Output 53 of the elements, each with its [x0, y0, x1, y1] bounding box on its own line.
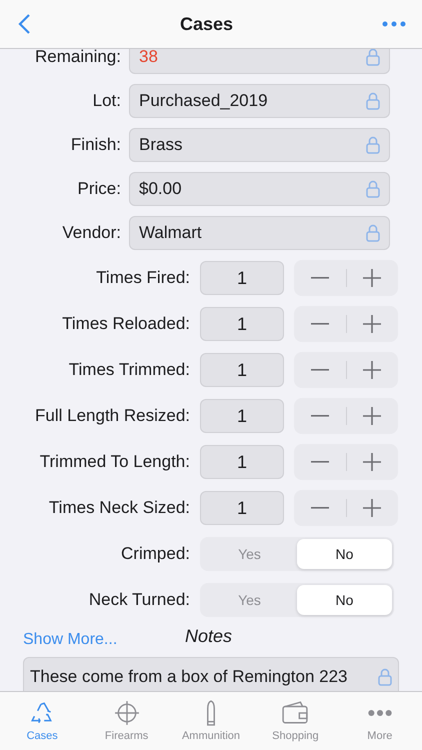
more-icon [368, 710, 392, 716]
counter-label: Full Length Resized: [34, 406, 191, 426]
lock-icon [366, 224, 380, 242]
field-label: Finish: [70, 135, 122, 155]
cartridge-icon [207, 700, 215, 726]
counter-label: Times Reloaded: [61, 314, 191, 334]
field-label: Vendor: [61, 223, 122, 243]
more-icon[interactable] [382, 21, 406, 27]
minus-icon [310, 369, 329, 371]
toggle-label: Neck Turned: [88, 590, 191, 610]
text-field[interactable]: Brass [129, 128, 390, 162]
counter-label: Trimmed To Length: [38, 452, 191, 472]
count-field[interactable]: 1 [200, 307, 284, 341]
toggle-label: Crimped: [120, 544, 191, 564]
field-label: Remaining: [34, 49, 122, 67]
counter-label: Times Fired: [95, 268, 191, 288]
screen-title: Cases [180, 14, 234, 34]
plus-icon [363, 269, 382, 287]
plus-icon [363, 499, 382, 517]
text-field[interactable]: Walmart [129, 216, 390, 250]
lock-icon [366, 49, 380, 66]
plus-icon [363, 315, 382, 333]
minus-icon [310, 277, 329, 279]
minus-icon [310, 507, 329, 509]
recycle-icon [31, 702, 52, 724]
lock-icon [366, 136, 380, 154]
minus-icon [310, 415, 329, 417]
plus-icon [363, 407, 382, 425]
plus-icon [363, 361, 382, 379]
notes-field[interactable]: These come from a box of Remington 223 [23, 657, 399, 691]
segment[interactable]: No [297, 539, 392, 569]
count-field[interactable]: 1 [200, 491, 284, 525]
back-icon[interactable] [18, 13, 31, 35]
crosshair-icon [114, 700, 140, 726]
count-field[interactable]: 1 [200, 399, 284, 433]
text-field[interactable]: $0.00 [129, 172, 390, 206]
field-label: Lot: [92, 91, 122, 111]
field-label: Price: [76, 179, 122, 199]
count-field[interactable]: 1 [200, 445, 284, 479]
lock-icon [366, 180, 380, 198]
counter-label: Times Trimmed: [68, 360, 191, 380]
lock-icon [366, 92, 380, 110]
text-field[interactable]: Purchased_2019 [129, 84, 390, 118]
count-field[interactable]: 1 [200, 353, 284, 387]
wallet-icon [282, 701, 308, 724]
segment[interactable]: No [297, 585, 392, 615]
count-field[interactable]: 1 [200, 261, 284, 295]
minus-icon [310, 323, 329, 325]
notes-heading: Notes [185, 626, 232, 648]
plus-icon [363, 453, 382, 471]
lock-icon [378, 668, 392, 686]
counter-label: Times Neck Sized: [48, 498, 191, 518]
minus-icon [310, 461, 329, 463]
